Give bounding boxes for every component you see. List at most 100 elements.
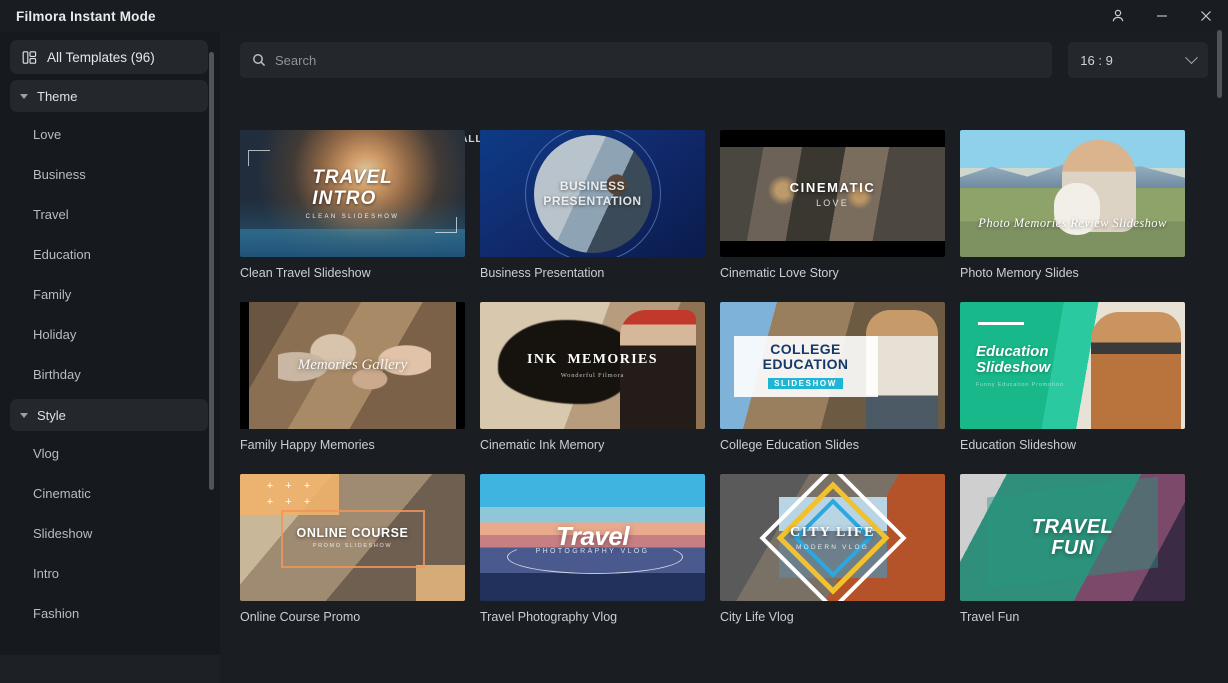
thumb-subtitle: MODERN VLOG xyxy=(796,543,869,551)
thumb-title: COLLEGE EDUCATION xyxy=(762,341,849,373)
main-scrollbar[interactable] xyxy=(1217,30,1222,98)
sidebar-item-label: Slideshow xyxy=(33,525,93,541)
sidebar-item-holiday[interactable]: Holiday xyxy=(0,314,220,354)
sidebar-item-label: Travel xyxy=(33,206,69,222)
grid-layout-icon xyxy=(22,50,37,65)
sidebar-item-label: Family xyxy=(33,286,72,302)
close-button[interactable] xyxy=(1184,0,1228,32)
template-card[interactable]: INK MEMORIES Wonderful Filmora Cinematic… xyxy=(480,302,705,452)
thumb-title: Photo Memories Review Slideshow xyxy=(978,216,1167,230)
minimize-button[interactable] xyxy=(1140,0,1184,32)
search-bar[interactable] xyxy=(240,42,1053,78)
template-grid: TRAVEL INTRO CLEAN SLIDESHOW Clean Travel… xyxy=(240,130,1210,646)
sidebar-item-education[interactable]: Education xyxy=(0,234,220,274)
template-thumbnail[interactable]: TRAVEL FUN xyxy=(960,474,1185,601)
account-button[interactable] xyxy=(1096,0,1140,32)
template-label: Photo Memory Slides xyxy=(960,266,1079,280)
template-label: Cinematic Love Story xyxy=(720,266,839,280)
template-thumbnail[interactable]: TRAVEL INTRO CLEAN SLIDESHOW xyxy=(240,130,465,257)
sidebar-item-cinematic[interactable]: Cinematic xyxy=(0,473,220,513)
template-thumbnail[interactable]: CINEMATIC LOVE xyxy=(720,130,945,257)
aspect-ratio-value: 16 : 9 xyxy=(1080,52,1113,68)
template-card[interactable]: Memories Gallery Family Happy Memories xyxy=(240,302,465,452)
sidebar-item-intro[interactable]: Intro xyxy=(0,553,220,593)
template-label: Travel Fun xyxy=(960,610,1020,624)
sidebar-item-label: Holiday xyxy=(33,326,77,342)
sidebar-all-templates-label: All Templates (96) xyxy=(47,49,155,65)
sidebar-item-family[interactable]: Family xyxy=(0,274,220,314)
sidebar-item-label: Intro xyxy=(33,565,60,581)
sidebar-item-vlog[interactable]: Vlog xyxy=(0,433,220,473)
sidebar-item-business[interactable]: Business xyxy=(0,154,220,194)
sidebar-item-label: Education xyxy=(33,246,91,262)
template-label: Clean Travel Slideshow xyxy=(240,266,371,280)
thumb-overlay: Memories Gallery xyxy=(240,302,465,429)
app-title: Filmora Instant Mode xyxy=(16,8,156,24)
thumb-overlay: CINEMATIC LOVE xyxy=(720,130,945,257)
template-label: Online Course Promo xyxy=(240,610,361,624)
template-thumbnail[interactable]: CITY LIFE MODERN VLOG xyxy=(720,474,945,601)
sidebar-item-slideshow[interactable]: Slideshow xyxy=(0,513,220,553)
template-card[interactable]: CITY LIFE MODERN VLOG City Life Vlog xyxy=(720,474,945,624)
sidebar-scrollbar[interactable] xyxy=(209,52,214,490)
template-card[interactable]: TRAVEL FUN Travel Fun xyxy=(960,474,1185,624)
template-card[interactable]: CINEMATIC LOVE Cinematic Love Story xyxy=(720,130,945,280)
thumb-title: CITY LIFE xyxy=(789,524,876,540)
sidebar-group-style-label: Style xyxy=(37,407,66,423)
sidebar-content: All Templates (96) Theme Love Business T… xyxy=(0,32,220,633)
sidebar-item-label: Business xyxy=(33,166,86,182)
template-label: Family Happy Memories xyxy=(240,438,375,452)
template-card[interactable]: Travel PHOTOGRAPHY VLOG Travel Photograp… xyxy=(480,474,705,624)
chevron-down-icon xyxy=(20,93,28,99)
chevron-down-icon xyxy=(20,412,28,418)
title-bar: Filmora Instant Mode xyxy=(0,0,1228,32)
thumb-title-plate: COLLEGE EDUCATION SLIDESHOW xyxy=(733,336,878,397)
sidebar-item-fashion[interactable]: Fashion xyxy=(0,593,220,633)
thumb-title: CINEMATIC xyxy=(789,179,876,195)
thumb-subtitle: PROMO SLIDESHOW xyxy=(312,543,393,549)
template-thumbnail[interactable]: Memories Gallery xyxy=(240,302,465,429)
sidebar-item-birthday[interactable]: Birthday xyxy=(0,354,220,394)
aspect-ratio-dropdown[interactable]: 16 : 9 xyxy=(1068,42,1208,78)
sidebar-item-love[interactable]: Love xyxy=(0,114,220,154)
thumb-title: BUSINESS PRESENTATION xyxy=(543,179,642,208)
template-thumbnail[interactable]: Photo Memories Review Slideshow xyxy=(960,130,1185,257)
template-card[interactable]: Education Slideshow Funny Education Promo… xyxy=(960,302,1185,452)
sidebar-item-label: Cinematic xyxy=(33,485,91,501)
template-thumbnail[interactable]: BUSINESS PRESENTATION xyxy=(480,130,705,257)
thumb-overlay: INK MEMORIES Wonderful Filmora xyxy=(480,302,705,429)
template-card[interactable]: TRAVEL INTRO CLEAN SLIDESHOW Clean Travel… xyxy=(240,130,465,280)
thumb-subtitle: CLEAN SLIDESHOW xyxy=(305,214,400,221)
thumb-overlay: Education Slideshow Funny Education Promo… xyxy=(960,302,1185,429)
thumb-subtitle: PHOTOGRAPHY VLOG xyxy=(535,547,650,555)
thumb-title: INK MEMORIES xyxy=(527,352,658,367)
sidebar-group-style[interactable]: Style xyxy=(10,399,208,431)
template-label: College Education Slides xyxy=(720,438,859,452)
sidebar-item-travel[interactable]: Travel xyxy=(0,194,220,234)
sidebar-item-label: Love xyxy=(33,126,62,142)
sidebar-footer-bar xyxy=(0,655,220,683)
sidebar-item-label: Vlog xyxy=(33,445,60,461)
template-thumbnail[interactable]: COLLEGE EDUCATION SLIDESHOW xyxy=(720,302,945,429)
template-card[interactable]: ONLINE COURSE PROMO SLIDESHOW Online Cou… xyxy=(240,474,465,624)
chevron-down-icon xyxy=(1185,50,1198,64)
search-input[interactable] xyxy=(275,52,1041,68)
sidebar-item-all-templates[interactable]: All Templates (96) xyxy=(10,40,208,74)
template-label: Education Slideshow xyxy=(960,438,1077,452)
search-icon xyxy=(252,53,266,67)
sidebar: All Templates (96) Theme Love Business T… xyxy=(0,32,220,655)
thumb-overlay: CITY LIFE MODERN VLOG xyxy=(720,474,945,601)
toolbar: 16 : 9 xyxy=(240,42,1208,78)
template-card[interactable]: COLLEGE EDUCATION SLIDESHOW College Educa… xyxy=(720,302,945,452)
thumb-overlay: Travel PHOTOGRAPHY VLOG xyxy=(480,474,705,601)
thumb-overlay: ONLINE COURSE PROMO SLIDESHOW xyxy=(240,474,465,601)
template-thumbnail[interactable]: INK MEMORIES Wonderful Filmora xyxy=(480,302,705,429)
template-thumbnail[interactable]: ONLINE COURSE PROMO SLIDESHOW xyxy=(240,474,465,601)
thumb-title: Memories Gallery xyxy=(297,357,408,373)
thumb-subtitle: Wonderful Filmora xyxy=(560,372,625,379)
sidebar-group-theme[interactable]: Theme xyxy=(10,80,208,112)
template-card[interactable]: BUSINESS PRESENTATION Business Presentati… xyxy=(480,130,705,280)
template-card[interactable]: Photo Memories Review Slideshow Photo Me… xyxy=(960,130,1185,280)
template-thumbnail[interactable]: Education Slideshow Funny Education Promo… xyxy=(960,302,1185,429)
template-thumbnail[interactable]: Travel PHOTOGRAPHY VLOG xyxy=(480,474,705,601)
